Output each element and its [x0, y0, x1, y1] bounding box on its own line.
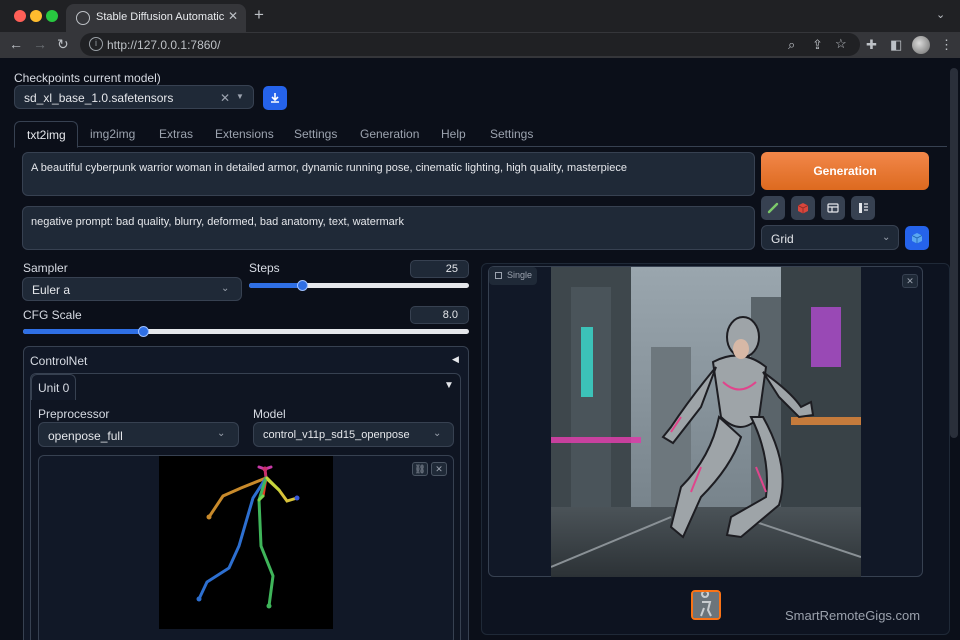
generated-image[interactable]: [551, 267, 861, 577]
browser-tab[interactable]: Stable Diffusion Automatic1111 ✕: [66, 4, 246, 32]
address-bar[interactable]: i http://127.0.0.1:7860/ ⌕ ⇪ ☆: [80, 33, 860, 56]
cfg-slider[interactable]: [23, 326, 469, 337]
steps-slider-thumb[interactable]: [296, 280, 308, 291]
tab-settings[interactable]: Settings: [294, 127, 337, 141]
columns-icon: [859, 203, 868, 213]
zoom-icon[interactable]: ⌕: [788, 37, 795, 53]
cfg-slider-thumb[interactable]: [138, 326, 150, 337]
site-info-icon[interactable]: i: [89, 37, 103, 51]
negative-prompt-text: negative prompt: bad quality, blurry, de…: [31, 216, 404, 228]
chevron-down-icon: ⌄: [221, 283, 230, 294]
steps-slider[interactable]: [249, 280, 469, 291]
download-icon: [271, 93, 279, 103]
maximize-window-button[interactable]: [46, 10, 58, 22]
refresh-checkpoint-button[interactable]: [263, 86, 287, 110]
page-scrollbar[interactable]: [950, 68, 958, 438]
browser-toolbar: ← → ↻ i http://127.0.0.1:7860/ ⌕ ⇪ ☆ ✚ ◧…: [0, 32, 960, 58]
tab-extensions[interactable]: Extensions: [215, 127, 274, 141]
generate-button[interactable]: Generation: [761, 152, 929, 190]
side-panel-icon[interactable]: ◧: [890, 37, 902, 53]
single-badge-label: Single: [507, 270, 533, 280]
checkpoint-label: Checkpoints current model): [14, 71, 161, 85]
preprocessor-select[interactable]: openpose_full ⌄: [38, 422, 239, 447]
cube-icon: [797, 203, 809, 214]
checkpoint-select[interactable]: sd_xl_base_1.0.safetensors ✕ ▼: [14, 85, 254, 109]
unit-dropdown-triangle-icon[interactable]: ▼: [444, 380, 454, 391]
tab-search-chevron-icon[interactable]: ⌄: [936, 8, 945, 21]
columns-button[interactable]: [851, 196, 875, 220]
close-tab-icon[interactable]: ✕: [228, 9, 238, 23]
model-label: Model: [253, 407, 286, 421]
brush-icon: [767, 202, 779, 214]
unit-tab-label: Unit 0: [38, 381, 70, 395]
extensions-puzzle-icon[interactable]: ✚: [866, 37, 877, 53]
negative-prompt-input[interactable]: negative prompt: bad quality, blurry, de…: [22, 206, 755, 250]
sampler-select[interactable]: Euler a ⌄: [22, 277, 242, 301]
forward-arrow-icon[interactable]: →: [33, 36, 47, 52]
card-button[interactable]: [821, 196, 845, 220]
single-badge: Single: [489, 267, 537, 285]
watermark-text: SmartRemoteGigs.com: [785, 608, 921, 623]
globe-icon: [76, 11, 90, 25]
steps-slider-fill: [249, 283, 302, 288]
cube-button[interactable]: [791, 196, 815, 220]
minimize-window-button[interactable]: [30, 10, 42, 22]
card-icon: [827, 203, 839, 213]
style-select[interactable]: Grid ⌄: [761, 225, 899, 250]
webui-app: Checkpoints current model) sd_xl_base_1.…: [0, 58, 960, 640]
close-image-icon[interactable]: ✕: [902, 274, 918, 288]
close-window-button[interactable]: [14, 10, 26, 22]
tab-help[interactable]: Help: [441, 127, 466, 141]
checkpoint-value: sd_xl_base_1.0.safetensors: [24, 91, 174, 105]
chevron-down-icon: ⌄: [882, 232, 891, 243]
remove-image-icon[interactable]: ✕: [431, 462, 447, 476]
cfg-slider-fill: [23, 329, 144, 334]
chevron-down-icon: ⌄: [217, 428, 226, 439]
cube-icon: [911, 233, 923, 244]
browser-tab-title: Stable Diffusion Automatic1111: [96, 11, 224, 23]
browser-menu-icon[interactable]: ⋮: [940, 37, 953, 53]
image-icon: [495, 272, 502, 279]
collapse-triangle-icon[interactable]: ◀: [452, 354, 459, 365]
profile-avatar[interactable]: [912, 36, 930, 54]
sampler-label: Sampler: [23, 261, 68, 275]
style-value: Grid: [771, 232, 794, 246]
positive-prompt-text: A beautiful cyberpunk warrior woman in d…: [31, 162, 627, 174]
chevron-down-icon: ⌄: [433, 428, 442, 439]
tab-img2img[interactable]: img2img: [90, 127, 135, 141]
main-tabs: txt2img img2img Extras Extensions Settin…: [14, 121, 947, 148]
chevron-down-icon[interactable]: ▼: [236, 92, 244, 101]
preprocessor-label: Preprocessor: [38, 407, 110, 421]
steps-number-input[interactable]: 25: [410, 260, 469, 278]
tab-settings-2[interactable]: Settings: [490, 127, 533, 141]
reload-icon[interactable]: ↻: [57, 36, 69, 53]
share-icon[interactable]: ⇪: [812, 37, 823, 53]
tab-extras[interactable]: Extras: [159, 127, 193, 141]
positive-prompt-input[interactable]: A beautiful cyberpunk warrior woman in d…: [22, 152, 755, 196]
url-text: http://127.0.0.1:7860/: [107, 38, 221, 52]
browser-tab-bar: Stable Diffusion Automatic1111 ✕ + ⌄: [0, 0, 960, 32]
preprocessor-value: openpose_full: [48, 429, 123, 443]
back-arrow-icon[interactable]: ←: [9, 36, 23, 52]
cfg-label: CFG Scale: [23, 308, 82, 322]
tab-txt2img[interactable]: txt2img: [14, 121, 78, 148]
sampler-value: Euler a: [32, 283, 71, 297]
apply-style-button[interactable]: [905, 226, 929, 250]
controlnet-title: ControlNet: [30, 354, 88, 368]
model-value: control_v11p_sd15_openpose: [263, 429, 410, 441]
steps-label: Steps: [249, 261, 280, 275]
brush-button[interactable]: [761, 196, 785, 220]
clear-icon[interactable]: ✕: [220, 91, 230, 105]
tab-generation[interactable]: Generation: [360, 127, 419, 141]
gallery-thumbnail[interactable]: [691, 590, 721, 620]
bookmark-star-icon[interactable]: ☆: [835, 36, 847, 52]
model-select[interactable]: control_v11p_sd15_openpose ⌄: [253, 422, 454, 447]
new-tab-button[interactable]: +: [254, 5, 264, 25]
cfg-number-input[interactable]: 8.0: [410, 306, 469, 324]
openpose-skeleton-image: [159, 456, 333, 629]
link-icon[interactable]: ⛓: [412, 462, 428, 476]
